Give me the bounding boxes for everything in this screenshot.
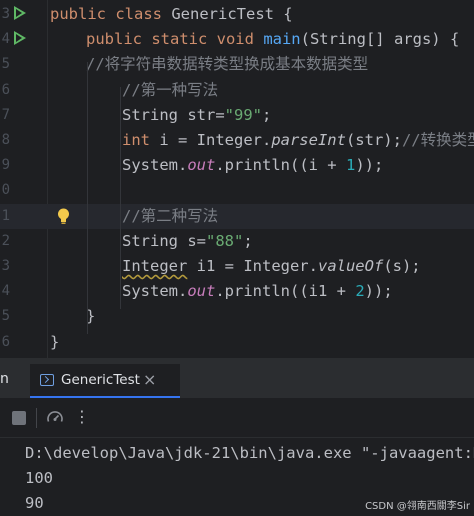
code-token: System. <box>122 156 188 175</box>
code-token: valueOf <box>317 257 384 275</box>
code-line[interactable]: 2 String s="88"; <box>0 229 474 254</box>
line-number: 9 <box>1 157 10 174</box>
line-number: 8 <box>1 132 10 148</box>
code-token: out <box>187 282 216 301</box>
line-number: 4 <box>1 31 10 48</box>
code-text: //将字符串数据转类型换成基本数据类型 <box>86 54 368 74</box>
code-line[interactable]: 3 public class GenericTest { <box>0 2 474 27</box>
code-token: out <box>187 156 216 175</box>
code-text: //第二种写法 <box>122 206 218 226</box>
code-token: ; <box>243 231 253 250</box>
code-token: i1 = Integer. <box>187 257 318 275</box>
code-token: main <box>263 30 301 49</box>
code-token: i = Integer. <box>159 131 272 149</box>
code-token: "99" <box>224 105 262 124</box>
code-token: String str= <box>122 105 225 124</box>
code-text: //第一种写法 <box>122 80 218 100</box>
code-token: )); <box>355 156 384 175</box>
code-token: System. <box>122 282 188 301</box>
code-line[interactable]: 1 //第二种写法 <box>0 203 474 229</box>
console-icon <box>40 374 54 386</box>
code-line[interactable]: 9 System.out.println((i + 1)); <box>0 153 474 178</box>
code-token: "88" <box>206 231 244 250</box>
code-line[interactable]: 6} <box>0 330 474 355</box>
toolbar-divider <box>36 408 37 428</box>
code-token: .println((i + <box>215 156 346 175</box>
code-line[interactable]: 4 System.out.println((i1 + 2)); <box>0 279 474 304</box>
code-text: public class GenericTest { <box>50 4 293 24</box>
line-number: 1 <box>1 207 10 224</box>
more-options-icon[interactable]: ⋮ <box>74 405 90 429</box>
code-token: int <box>122 131 160 149</box>
code-line[interactable]: 3 Integer i1 = Integer.valueOf(s); <box>0 254 474 279</box>
code-token: parseInt <box>271 131 346 149</box>
code-token: //将字符串数据转类型换成基本数据类型 <box>86 55 369 74</box>
code-token: //第二种写法 <box>122 206 219 225</box>
code-token: GenericTest { <box>171 5 293 23</box>
code-token: public class <box>50 5 172 23</box>
code-editor[interactable]: 3 public class GenericTest { 4 public stati… <box>0 0 474 358</box>
code-token: ; <box>261 105 272 124</box>
watermark: CSDN @翎南西關李Sir <box>365 501 470 512</box>
run-tool-window: n GenericTest × ⋮ D:\develop\Java\jdk-21… <box>0 362 474 516</box>
code-token: Integer <box>122 257 188 275</box>
code-line[interactable]: 5 //将字符串数据转类型换成基本数据类型 <box>0 52 474 77</box>
line-number: 3 <box>1 258 10 274</box>
line-number: 7 <box>1 106 10 123</box>
code-text: } <box>50 332 59 352</box>
console-line: D:\develop\Java\jdk-21\bin\java.exe "-ja… <box>25 444 474 462</box>
code-token: (s); <box>383 257 421 275</box>
run-gutter-icon[interactable] <box>14 31 26 46</box>
stop-button[interactable] <box>12 411 26 425</box>
code-text: String s="88"; <box>122 231 253 251</box>
code-line[interactable]: 8 int i = Integer.parseInt(str);//转换类型 <box>0 128 474 153</box>
code-token: } <box>50 332 60 351</box>
code-line[interactable]: 0 <box>0 178 474 203</box>
line-number: 5 <box>1 56 10 73</box>
code-token: //转换类型 <box>401 131 474 149</box>
code-token: )); <box>364 282 393 301</box>
code-token: public static void <box>86 30 264 49</box>
console-line: 100 <box>25 469 53 487</box>
close-tab-icon[interactable]: × <box>143 370 156 389</box>
profiler-gauge-icon[interactable] <box>46 409 64 427</box>
run-panel-title: n <box>0 371 9 387</box>
code-line[interactable]: 4 public static void main(String[] args) … <box>0 27 474 52</box>
line-number: 3 <box>1 6 10 22</box>
line-number: 6 <box>1 333 10 350</box>
code-text: System.out.println((i + 1)); <box>122 155 383 175</box>
code-text: int i = Integer.parseInt(str);//转换类型 <box>122 130 474 150</box>
line-number: 2 <box>1 232 10 249</box>
code-token: (String[] args) { <box>300 30 460 49</box>
code-token: 1 <box>345 156 356 175</box>
code-text: public static void main(String[] args) { <box>86 29 459 49</box>
lightbulb-icon[interactable] <box>57 208 70 225</box>
tab-generictest[interactable]: GenericTest × <box>30 364 180 398</box>
line-number: 4 <box>1 283 10 300</box>
code-line[interactable]: 5} <box>0 304 474 329</box>
run-toolbar: ⋮ <box>0 398 474 438</box>
code-line[interactable]: 6 //第一种写法 <box>0 78 474 103</box>
line-number: 0 <box>1 182 10 199</box>
code-text: String str="99"; <box>122 105 271 125</box>
run-tabbar: n GenericTest × <box>0 362 474 398</box>
tab-label: GenericTest <box>61 372 140 388</box>
code-token: (str); <box>345 131 402 149</box>
code-token: String s= <box>122 231 206 250</box>
code-token: //第一种写法 <box>122 80 219 99</box>
code-text: Integer i1 = Integer.valueOf(s); <box>122 256 421 276</box>
code-line[interactable]: 7 String str="99"; <box>0 103 474 128</box>
run-gutter-icon[interactable] <box>14 6 26 20</box>
code-text: System.out.println((i1 + 2)); <box>122 281 393 301</box>
line-number: 6 <box>1 81 10 98</box>
code-token: .println((i1 + <box>215 282 356 301</box>
line-number: 5 <box>1 308 10 325</box>
indent-guide <box>87 62 88 334</box>
code-token: 2 <box>355 282 365 301</box>
console-line: 90 <box>25 494 44 512</box>
indent-guide <box>120 87 121 309</box>
